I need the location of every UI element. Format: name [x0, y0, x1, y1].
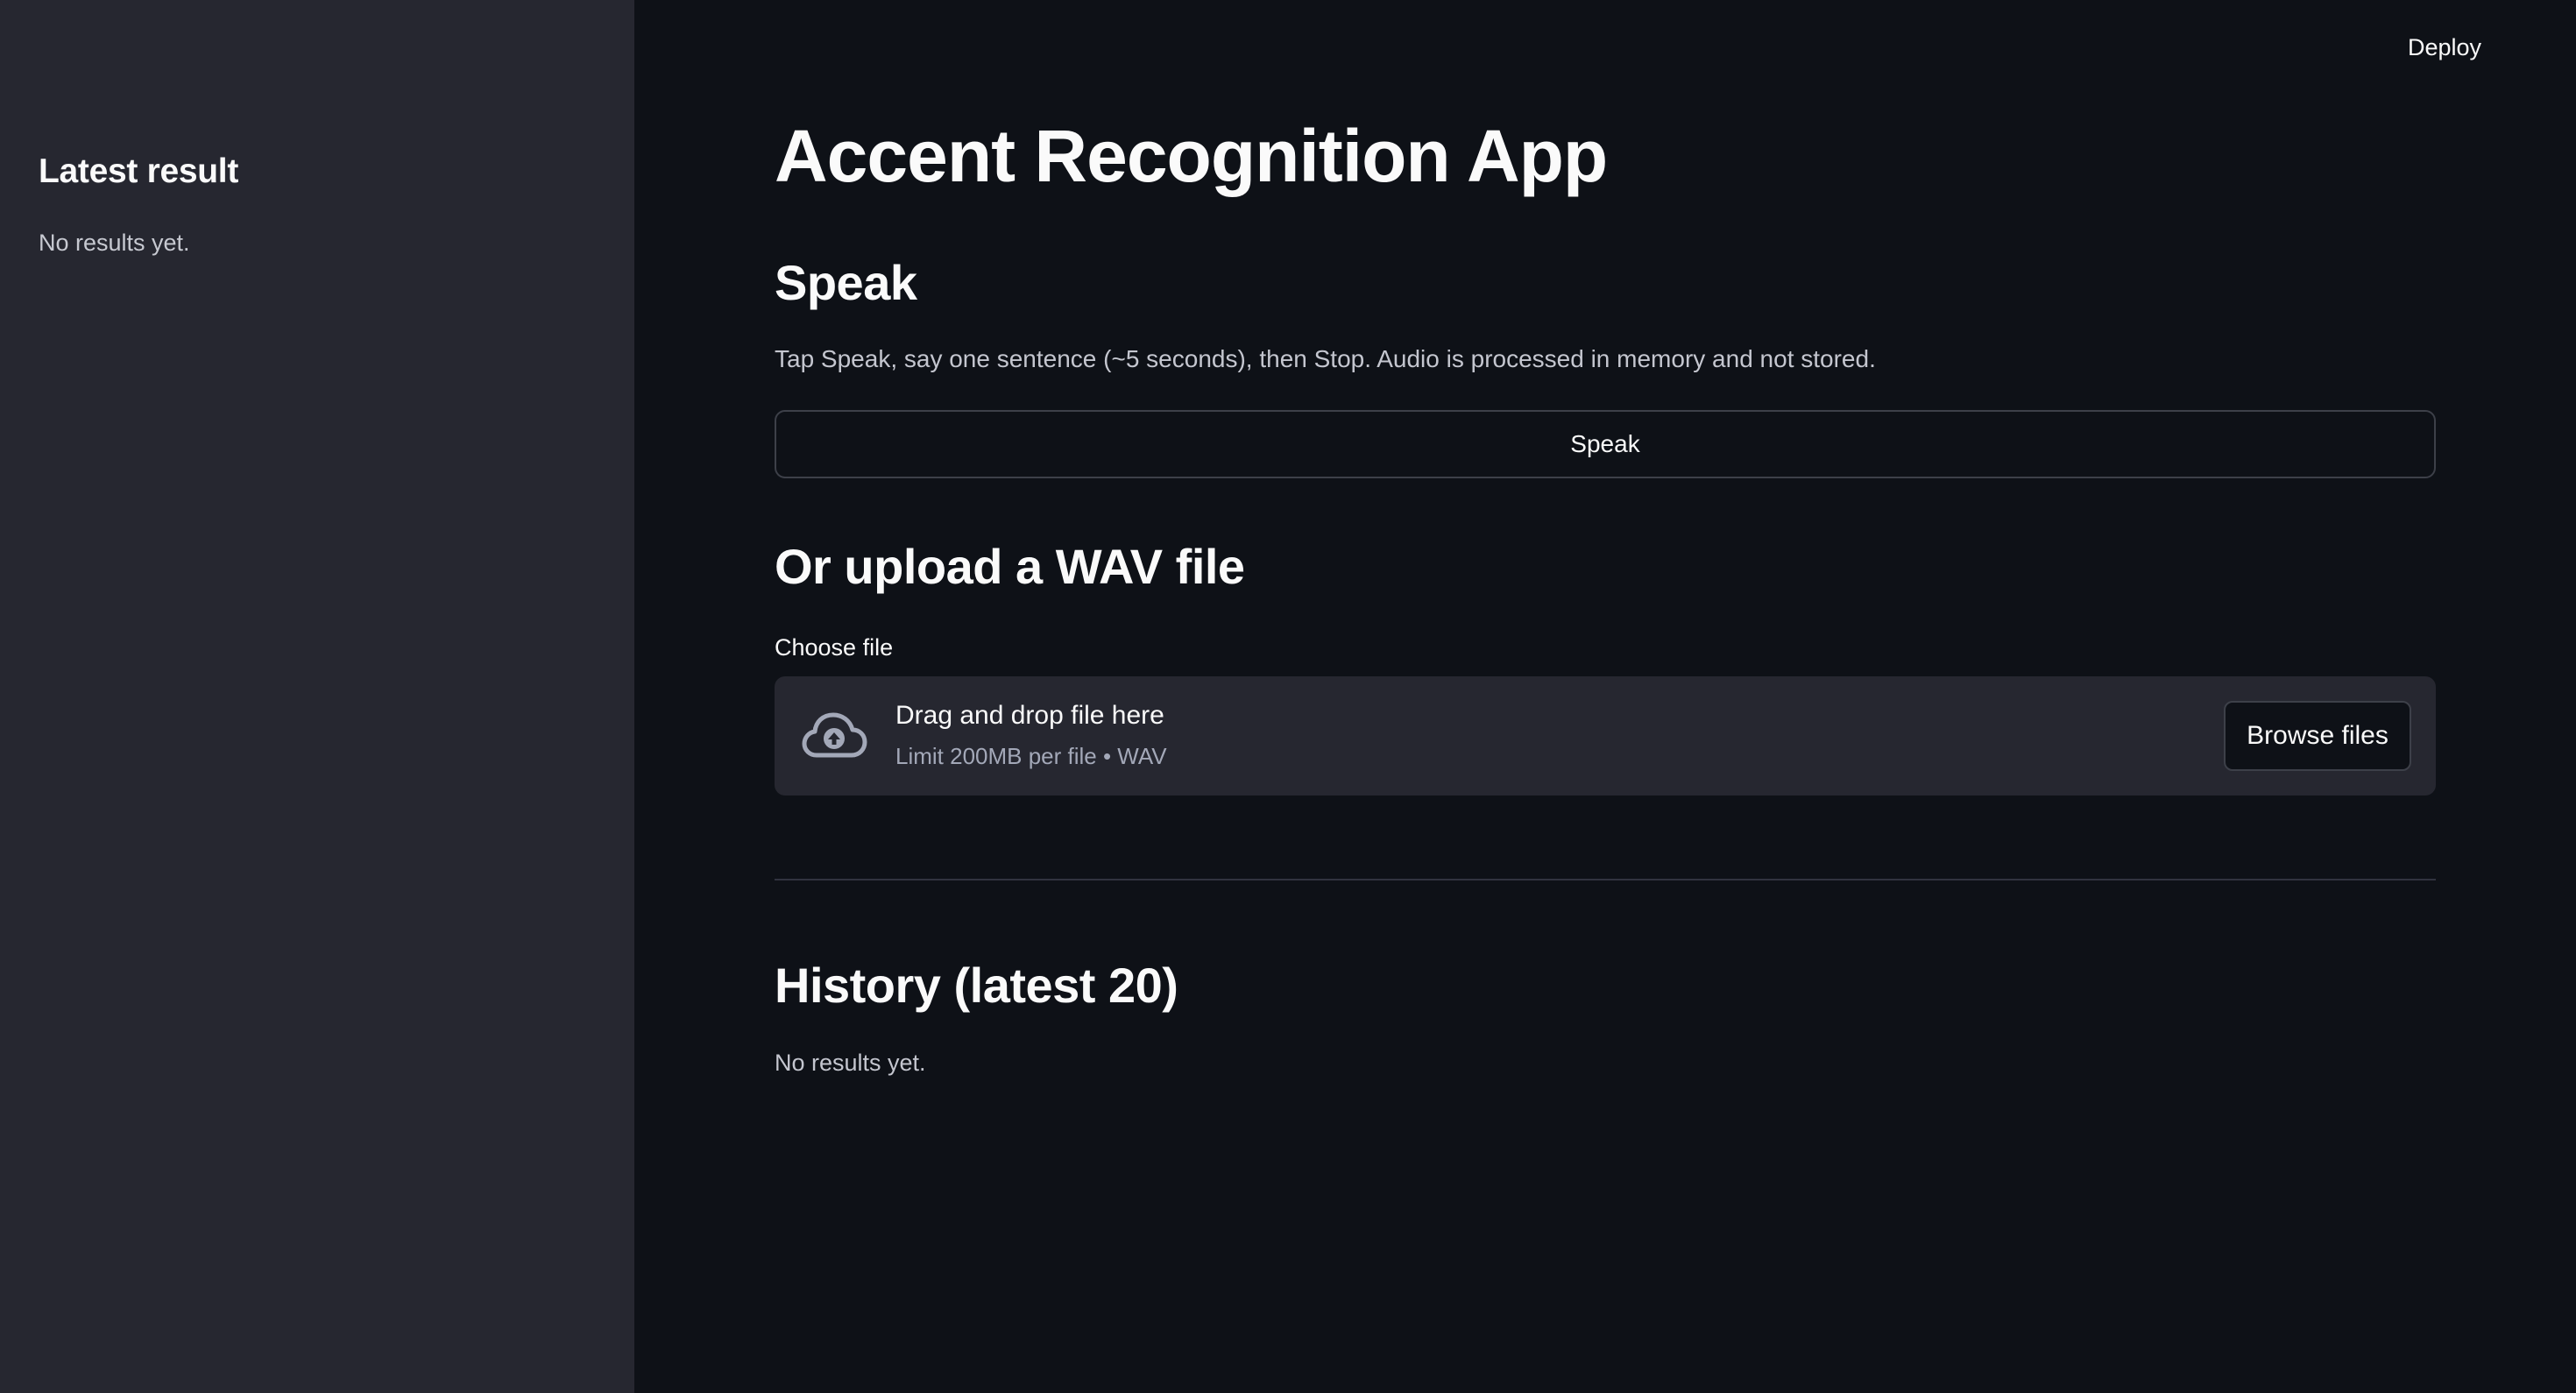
cloud-upload-icon: [802, 712, 867, 758]
dropzone-limit-text: Limit 200MB per file • WAV: [895, 743, 1167, 769]
file-dropzone[interactable]: Drag and drop file here Limit 200MB per …: [775, 676, 2436, 795]
sidebar-title: Latest result: [39, 152, 239, 190]
deploy-button[interactable]: Deploy: [2383, 30, 2506, 65]
browse-files-button[interactable]: Browse files: [2224, 701, 2411, 771]
sidebar: Latest result No results yet.: [0, 0, 634, 1393]
speak-caption: Tap Speak, say one sentence (~5 seconds)…: [775, 345, 1876, 372]
app-root: Latest result No results yet. Deploy Acc…: [0, 0, 2576, 1393]
sidebar-empty-message: No results yet.: [39, 230, 190, 256]
section-divider: [775, 879, 2436, 880]
file-uploader-label: Choose file: [775, 634, 894, 661]
page-title: Accent Recognition App: [775, 115, 1608, 197]
speak-button[interactable]: Speak: [775, 410, 2436, 478]
history-empty-message: No results yet.: [775, 1050, 926, 1076]
speak-heading: Speak: [775, 255, 917, 310]
history-heading: History (latest 20): [775, 958, 1178, 1013]
upload-heading: Or upload a WAV file: [775, 539, 1245, 594]
dropzone-title: Drag and drop file here: [895, 701, 1164, 730]
